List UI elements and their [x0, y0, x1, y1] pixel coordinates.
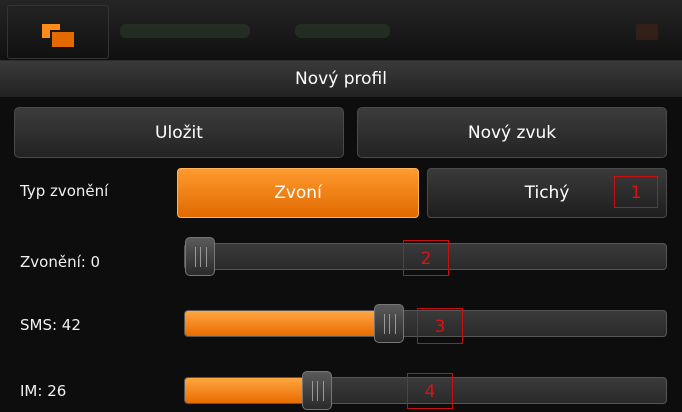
new-sound-button[interactable]: Nový zvuk [357, 107, 667, 158]
ringing-volume-label: Zvonění: 0 [20, 253, 101, 271]
sms-volume-label: SMS: 42 [20, 316, 81, 334]
windows-stack-icon[interactable] [42, 24, 74, 47]
slider-handle[interactable] [374, 304, 404, 343]
status-bar [0, 0, 682, 61]
ring-type-label: Typ zvonění [20, 182, 109, 200]
slider-fill [185, 311, 389, 336]
save-button[interactable]: Uložit [14, 107, 344, 158]
slider-handle[interactable] [185, 237, 215, 276]
slider-fill [185, 378, 317, 403]
annotation-marker-3: 3 [417, 308, 463, 344]
close-icon[interactable] [636, 24, 658, 40]
annotation-marker-2: 2 [403, 240, 449, 276]
network-indicator [295, 24, 390, 38]
ring-option-ringing[interactable]: Zvoní [177, 168, 419, 218]
page-title: Nový profil [0, 61, 682, 97]
im-volume-label: IM: 26 [20, 382, 67, 400]
annotation-marker-4: 4 [407, 373, 453, 409]
annotation-marker-1: 1 [614, 176, 658, 208]
slider-handle[interactable] [302, 371, 332, 410]
clock-signal-indicator [120, 24, 250, 38]
